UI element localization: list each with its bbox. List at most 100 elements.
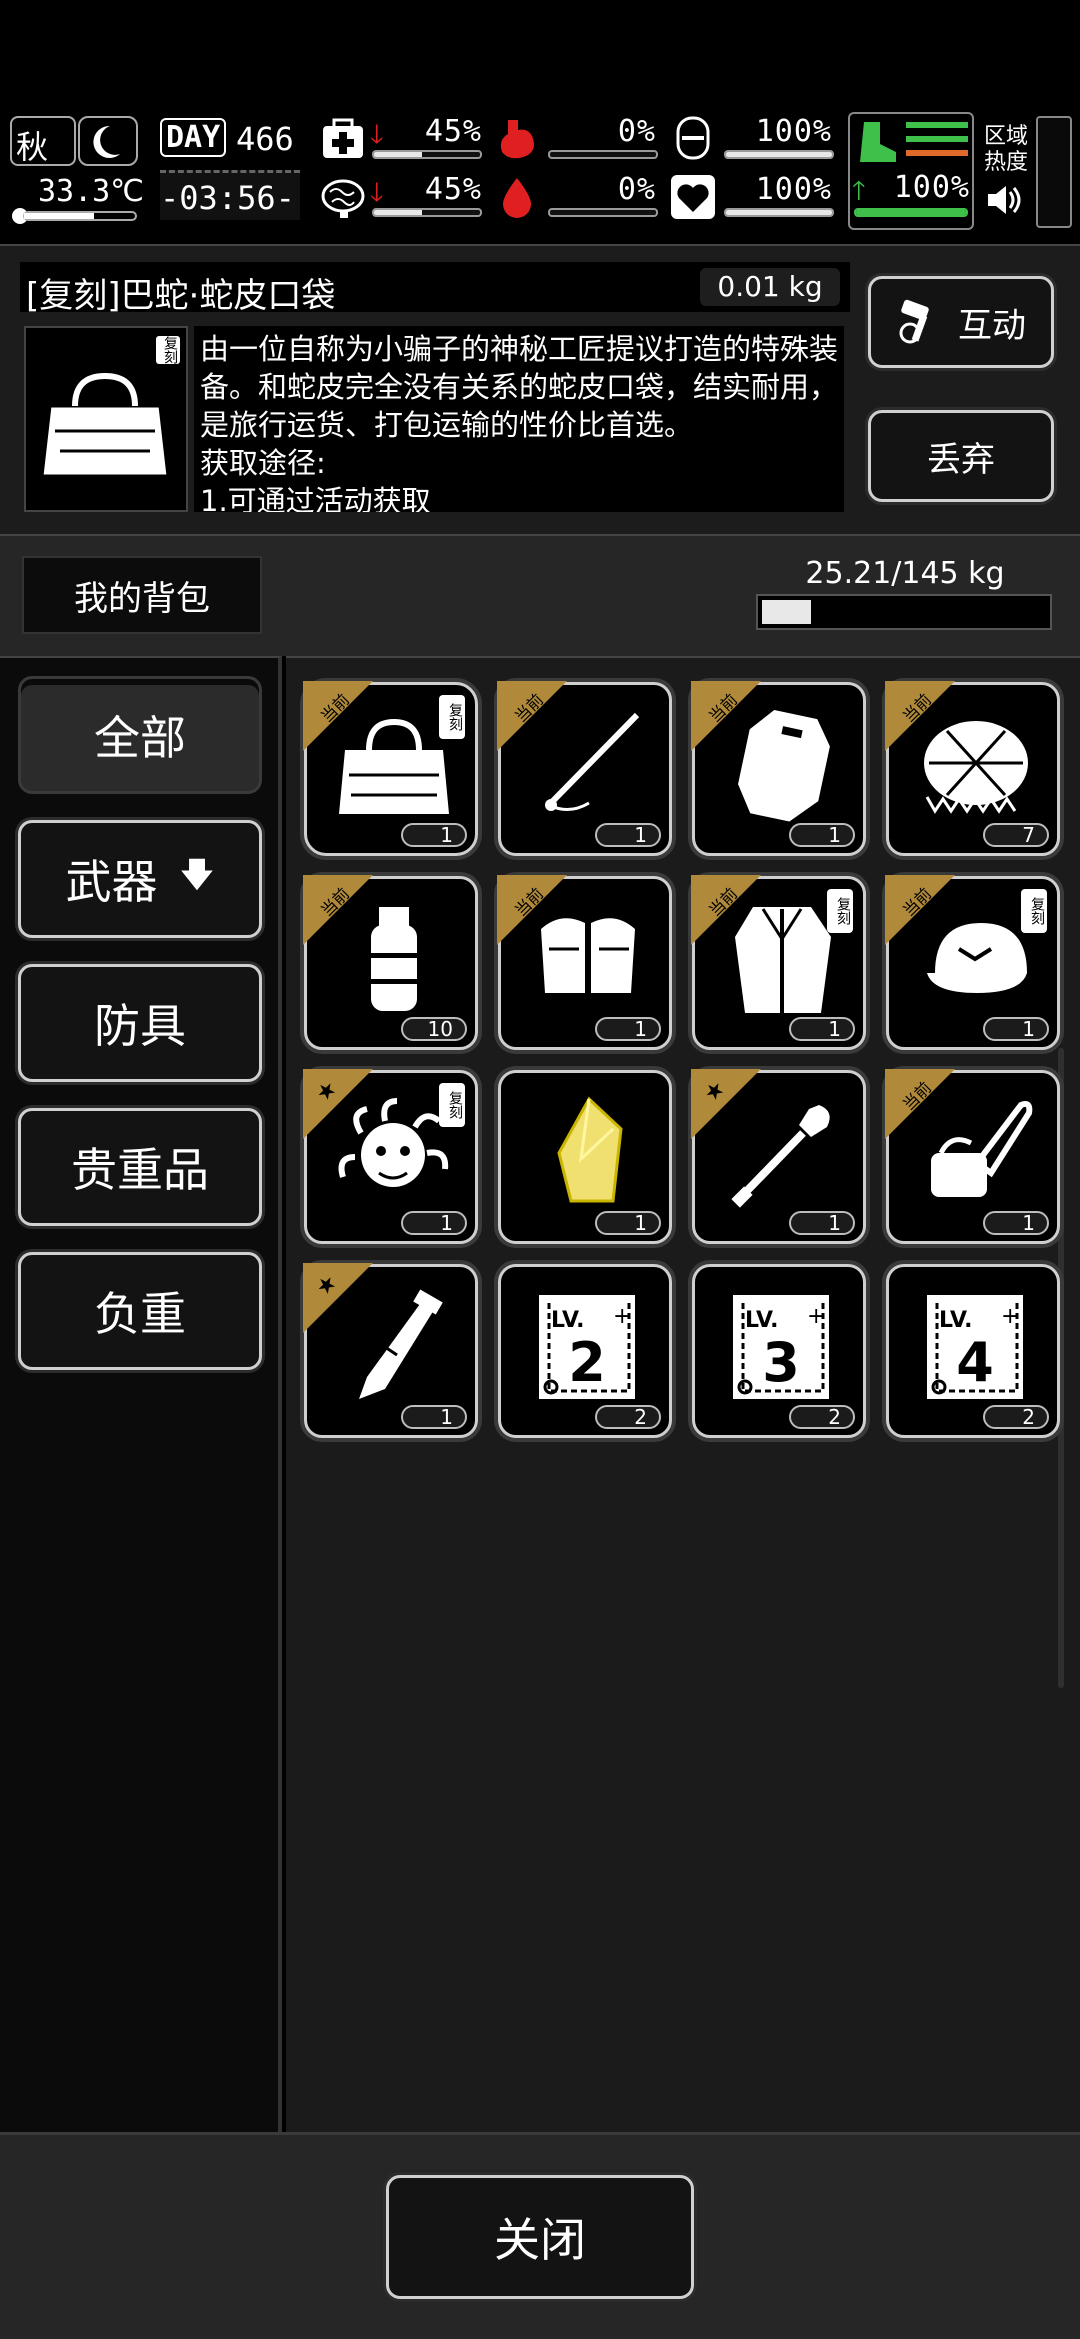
detail-panel: [复刻]巴蛇·蛇皮口袋 0.01 kg 复刻 由一位自称为小骗子的神秘工匠提议打… xyxy=(0,244,1080,534)
inventory-slot-riot-shield[interactable]: 当前 1 xyxy=(691,681,866,856)
thermometer-icon xyxy=(10,206,138,226)
region-heat-meter xyxy=(1036,116,1072,228)
close-button[interactable]: 关闭 xyxy=(386,2175,694,2299)
clock-box: -03:56- xyxy=(160,170,300,220)
svg-text:+: + xyxy=(807,1304,825,1329)
close-label: 关闭 xyxy=(494,2213,586,2267)
inventory-slot-grenade[interactable]: 当前 10 xyxy=(303,875,478,1050)
item-count: 2 xyxy=(789,1405,855,1429)
thirst-value: 0% xyxy=(617,172,656,207)
inventory-slot-lv3-book[interactable]: LV. +3 2 xyxy=(692,1264,866,1438)
interact-button[interactable]: 互动 xyxy=(868,276,1054,368)
svg-text:LV.: LV. xyxy=(939,1308,973,1333)
item-count: 1 xyxy=(595,823,661,847)
boot-icon xyxy=(856,120,900,164)
stamina-bar xyxy=(854,208,968,217)
health-value: 45% xyxy=(424,114,482,149)
inventory-slot-shovel[interactable]: ★ 1 xyxy=(691,1069,866,1244)
item-count: 7 xyxy=(983,823,1049,847)
lv2-book-icon: LV. +2 xyxy=(539,1295,635,1399)
day-box: DAY 466 xyxy=(160,116,300,166)
item-count: 1 xyxy=(401,1405,467,1429)
lv3-book-icon: LV. +3 xyxy=(733,1295,829,1399)
item-count: 1 xyxy=(983,1211,1049,1235)
svg-text:LV.: LV. xyxy=(551,1308,585,1333)
hammer-hand-icon xyxy=(899,299,929,344)
mood-value: 100% xyxy=(755,172,832,207)
stamina-value: 100% xyxy=(893,170,970,205)
clock-text: -03:56- xyxy=(160,179,295,217)
item-grid: 当前 复刻 1 当前 1 当前 1 当前 7 当前 10 当前 1 当前 复刻 1 当前 复刻 1 ★ 复刻 1 1 ★ 1 当前… xyxy=(286,656,1080,2132)
health-bar xyxy=(372,150,482,159)
category-load-button[interactable]: 负重 xyxy=(18,1252,262,1370)
category-all-button[interactable]: 全部 xyxy=(18,676,262,794)
inventory-slot-chainsaw[interactable]: 当前 1 xyxy=(885,1069,1060,1244)
category-weapons-button[interactable]: 武器 🡇 xyxy=(18,820,262,938)
discard-label: 丢弃 xyxy=(927,439,995,480)
svg-text:+: + xyxy=(613,1304,631,1329)
brain-value: 45% xyxy=(424,172,482,207)
inventory-slot-lv4-book[interactable]: LV. +4 2 xyxy=(886,1264,1060,1438)
lv4-book-icon: LV. +4 xyxy=(927,1295,1023,1399)
inventory-slot-snake-bag[interactable]: 当前 复刻 1 xyxy=(303,681,478,856)
svg-text:LV.: LV. xyxy=(745,1308,779,1333)
inventory-slot-cap[interactable]: 当前 复刻 1 xyxy=(885,875,1060,1050)
inventory-slot-spear[interactable]: 当前 1 xyxy=(497,681,672,856)
item-weight: 0.01 kg xyxy=(700,268,840,306)
inventory-slot-lv2-book[interactable]: LV. +2 2 xyxy=(498,1264,672,1438)
toilet-value: 100% xyxy=(755,114,832,149)
category-sidebar: 全部武器 🡇 防具贵重品负重 xyxy=(0,656,282,2132)
item-count: 1 xyxy=(595,1017,661,1041)
inventory-slot-coat[interactable]: 当前 复刻 1 xyxy=(691,875,866,1050)
star-ribbon xyxy=(691,1069,761,1139)
bag-weight-text: 25.21/145 kg xyxy=(805,556,1005,591)
inventory-slot-machete[interactable]: ★ 1 xyxy=(303,1263,478,1438)
star-ribbon xyxy=(303,1069,373,1139)
item-count: 1 xyxy=(789,1211,855,1235)
mood-bar xyxy=(724,208,834,217)
footer: 关闭 xyxy=(0,2132,1080,2339)
temperature-text: 33.3℃ xyxy=(38,174,144,209)
item-count: 1 xyxy=(401,1211,467,1235)
category-valuables-button[interactable]: 贵重品 xyxy=(18,1108,262,1226)
stamina-box: 🡑 100% xyxy=(848,112,974,230)
heart-icon xyxy=(670,174,716,220)
replica-tag: 复刻 xyxy=(439,695,465,739)
svg-text:4: 4 xyxy=(956,1331,994,1394)
bag-weight-fill xyxy=(762,600,812,624)
inventory-slot-medusa-head[interactable]: ★ 复刻 1 xyxy=(303,1069,478,1244)
day-number: 466 xyxy=(236,120,294,158)
bag-weight-bar xyxy=(756,594,1052,630)
inventory-slot-gloves[interactable]: 当前 1 xyxy=(497,875,672,1050)
moon-icon xyxy=(78,116,138,166)
toilet-bar xyxy=(724,150,834,159)
item-description: 由一位自称为小骗子的神秘工匠提议打造的特殊装备。和蛇皮完全没有关系的蛇皮口袋，结… xyxy=(200,332,839,512)
replica-tag: 复刻 xyxy=(439,1083,465,1127)
category-label: 武器 xyxy=(65,855,158,909)
replica-tag: 复刻 xyxy=(1021,889,1047,933)
inventory-slot-turtle-shell[interactable]: 当前 7 xyxy=(885,681,1060,856)
inventory-slot-yellow-crystal[interactable]: 1 xyxy=(498,1070,672,1244)
item-count: 1 xyxy=(983,1017,1049,1041)
item-count: 1 xyxy=(595,1211,661,1235)
item-description-box: 由一位自称为小骗子的神秘工匠提议打造的特殊装备。和蛇皮完全没有关系的蛇皮口袋，结… xyxy=(194,326,844,512)
water-drop-icon xyxy=(494,174,540,220)
category-label: 负重 xyxy=(94,1287,186,1341)
season-text: 秋 xyxy=(16,128,49,166)
bag-title-box: 我的背包 xyxy=(22,556,262,634)
category-label: 全部 xyxy=(94,711,186,765)
discard-button[interactable]: 丢弃 xyxy=(868,410,1054,502)
hunger-bar xyxy=(548,150,658,159)
category-armor-button[interactable]: 防具 xyxy=(18,964,262,1082)
item-count: 2 xyxy=(983,1405,1049,1429)
category-label: 防具 xyxy=(94,999,186,1053)
category-label: 贵重品 xyxy=(71,1143,209,1197)
medkit-icon xyxy=(320,116,366,162)
replica-tag: 复刻 xyxy=(827,889,853,933)
yellow-crystal-icon xyxy=(557,1096,623,1203)
speaker-icon[interactable] xyxy=(984,180,1024,220)
svg-text:2: 2 xyxy=(568,1331,606,1394)
season-box: 秋 xyxy=(10,116,76,166)
preview-tag: 复刻 xyxy=(156,336,180,364)
interact-label: 互动 xyxy=(958,305,1026,346)
